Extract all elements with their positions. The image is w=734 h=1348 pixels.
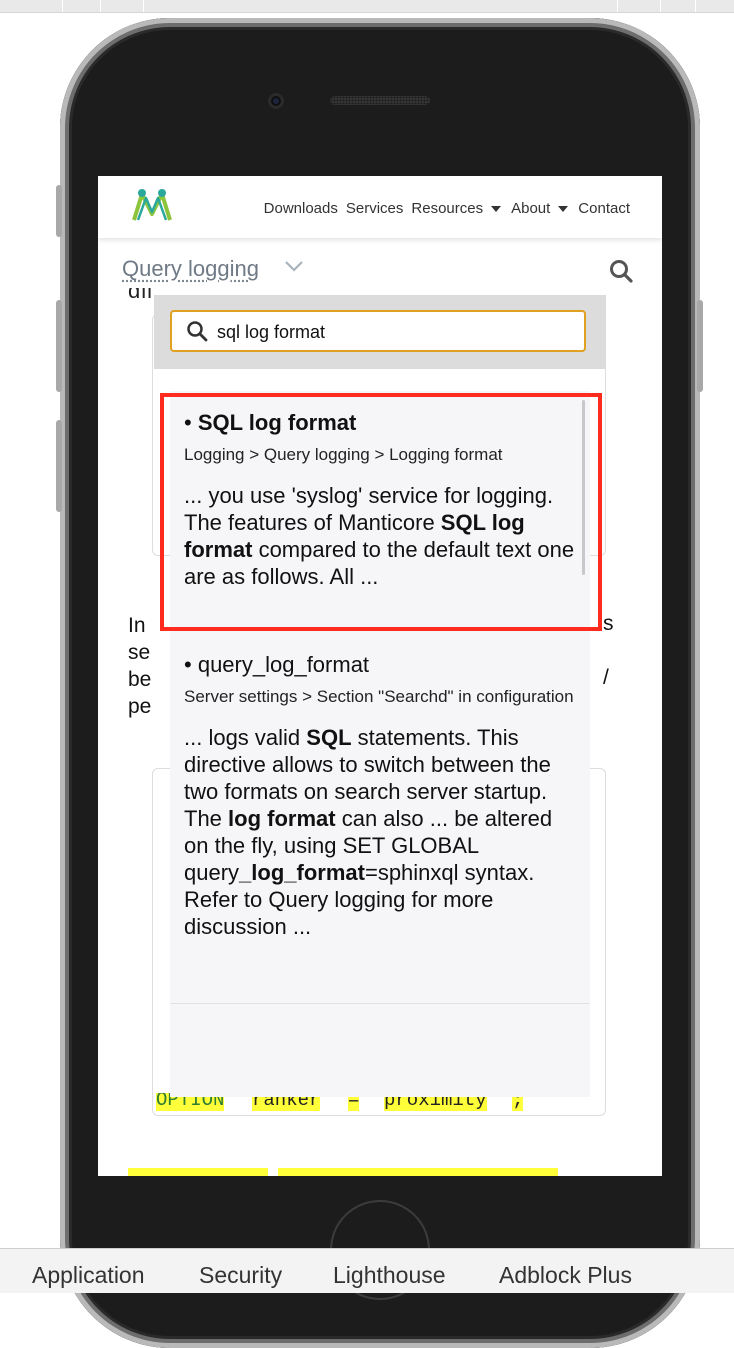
main-nav: Downloads Services Resources About Conta… [256, 200, 630, 217]
tab-security[interactable]: Security [199, 1262, 282, 1289]
site-header: Downloads Services Resources About Conta… [98, 176, 662, 238]
phone-screen: Downloads Services Resources About Conta… [98, 176, 662, 1176]
result-snippet: ... logs valid SQL statements. This dire… [184, 724, 579, 940]
bg-para-line: pe [128, 695, 152, 718]
search-query-text: sql log format [217, 322, 326, 342]
search-icon [187, 321, 208, 342]
page-title-row[interactable]: Query logging [122, 256, 642, 286]
devtools-top-strip [0, 0, 734, 13]
snippet-match: SQL [306, 725, 352, 750]
manticore-logo-icon[interactable] [128, 186, 176, 224]
volume-down-button [56, 420, 62, 512]
nav-services[interactable]: Services [346, 200, 404, 217]
chevron-down-icon[interactable] [284, 258, 304, 274]
strip-divider [100, 0, 101, 12]
result-path: Server settings > Section "Searchd" in c… [184, 687, 574, 706]
devtools-tabbar: Application Security Lighthouse Adblock … [0, 1248, 734, 1293]
speaker-grille [330, 96, 430, 105]
search-icon[interactable] [608, 258, 634, 284]
strip-divider [660, 0, 661, 12]
mute-switch [56, 185, 62, 237]
result-title: • query_log_format [184, 651, 579, 679]
power-button [697, 300, 703, 392]
highlight-box [160, 393, 602, 631]
nav-resources-label: Resources [411, 200, 484, 217]
snippet-text: ... logs valid [184, 725, 307, 750]
volume-up-button [56, 300, 62, 392]
search-result[interactable]: • query_log_format Server settings > Sec… [184, 651, 579, 940]
bg-paragraph: In se be pe [128, 612, 151, 720]
nav-contact[interactable]: Contact [578, 200, 630, 217]
bg-para-line: In [128, 614, 146, 637]
nav-about[interactable]: About [511, 200, 570, 217]
text-highlight [128, 1168, 268, 1176]
bg-para-line: be [128, 668, 152, 691]
result-title-text: query_log_format [197, 652, 370, 677]
tab-application[interactable]: Application [32, 1262, 145, 1289]
nav-resources[interactable]: Resources [411, 200, 503, 217]
caret-down-icon [558, 205, 569, 212]
caret-down-icon [491, 205, 502, 212]
snippet-match: log format [228, 806, 336, 831]
nav-about-label: About [511, 200, 551, 217]
strip-divider [143, 0, 144, 12]
tab-lighthouse[interactable]: Lighthouse [333, 1262, 446, 1289]
tab-adblock-plus[interactable]: Adblock Plus [499, 1262, 632, 1289]
strip-divider [617, 0, 618, 12]
search-header: sql log format [154, 295, 606, 369]
strip-divider [62, 0, 63, 12]
snippet-match: _log_format [239, 860, 365, 885]
bullet: • [184, 652, 192, 677]
page-title[interactable]: Query logging [122, 256, 259, 281]
search-input[interactable]: sql log format [170, 310, 586, 352]
nav-downloads[interactable]: Downloads [264, 200, 338, 217]
front-camera [268, 93, 284, 109]
strip-divider [695, 0, 696, 12]
text-highlight [278, 1168, 558, 1176]
results-divider [170, 1003, 590, 1004]
bg-highlighted-text [128, 1168, 558, 1176]
bg-para-line: se [128, 641, 151, 664]
